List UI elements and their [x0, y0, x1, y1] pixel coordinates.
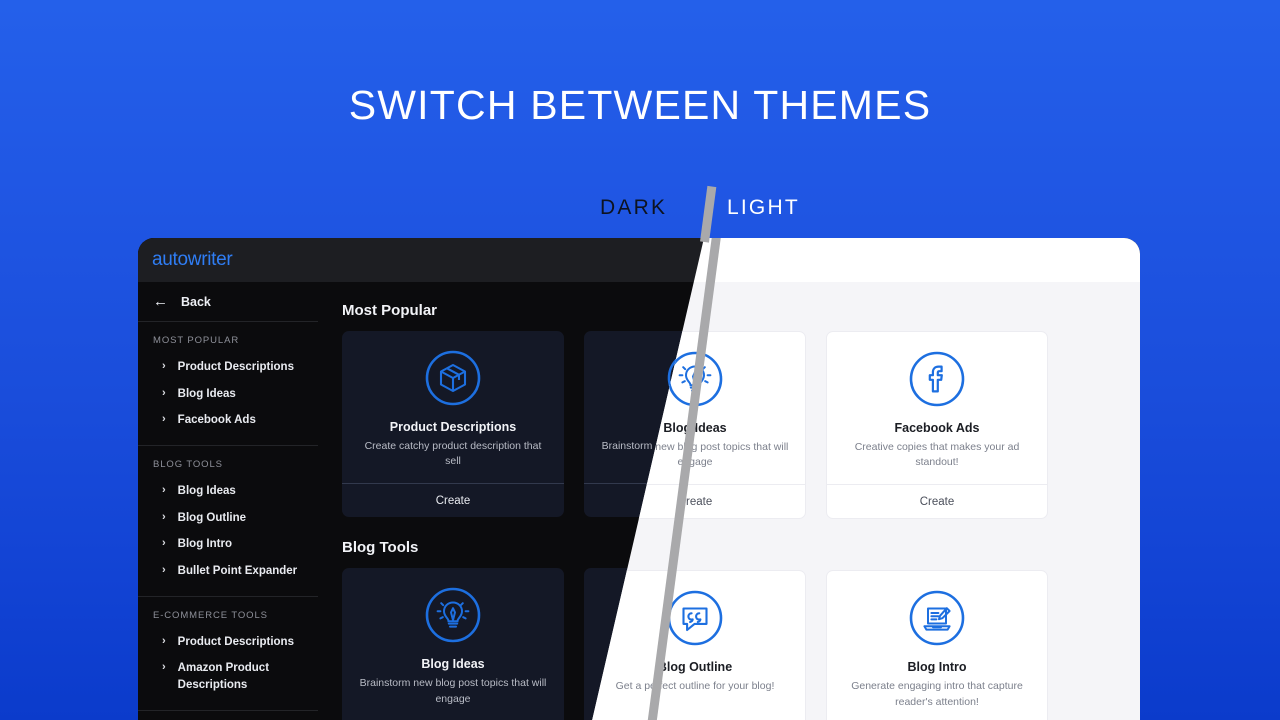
card-body: Facebook Ads Creative copies that makes y…: [827, 332, 1047, 484]
theme-label-light: LIGHT: [727, 196, 800, 219]
card-description: Create catchy product description that s…: [364, 440, 542, 468]
sidebar-item-label: Blog Outline: [177, 511, 247, 524]
sidebar: autowriter ← Back MOST POPULAR › Product D…: [138, 238, 318, 720]
back-label: Back: [181, 294, 211, 309]
sidebar-group-title: BLOG TOOLS: [153, 459, 223, 471]
sidebar-item-label: Product Descriptions: [177, 361, 294, 373]
sidebar-group: MOST POPULAR › Product Descriptions › Blog I…: [138, 322, 318, 447]
sidebar-group-title: E-COMMERCE TOOLS: [153, 609, 268, 621]
create-button[interactable]: Create: [827, 484, 1047, 518]
sidebar-item-product-descriptions[interactable]: › Product Descriptions: [138, 354, 318, 381]
card-description: Creative copies that makes your ad stand…: [854, 441, 1020, 469]
card-body: Blog Intro Generate engaging intro that c…: [827, 571, 1047, 720]
sidebar-nav: MOST POPULAR › Product Descriptions › Blog I…: [138, 322, 318, 720]
tool-card[interactable]: Blog Intro Generate engaging intro that c…: [826, 570, 1048, 720]
facebook-f-icon: [908, 350, 966, 408]
sidebar-group-title: MOST POPULAR: [153, 335, 240, 346]
card-body: Blog Ideas Brainstorm new blog post topic…: [342, 568, 564, 720]
sidebar-group: BLOG TOOLS › Blog Ideas › Blog Outline › Blog …: [138, 446, 318, 597]
sidebar-item-blog-intro[interactable]: › Blog Intro: [138, 531, 318, 558]
app-logo[interactable]: autowriter: [152, 249, 233, 271]
sidebar-item-label: Facebook Ads: [177, 414, 256, 427]
lightbulb-pencil-icon: [424, 586, 482, 644]
chevron-right-icon: ›: [162, 537, 166, 550]
back-button[interactable]: ← Back: [138, 282, 318, 322]
card-title: Blog Outline: [657, 660, 733, 675]
card-body: Product Descriptions Create catchy produc…: [342, 331, 564, 483]
chevron-right-icon: ›: [162, 564, 166, 577]
card-description: Generate engaging intro that capture rea…: [851, 680, 1023, 708]
sidebar-item-label: Blog Intro: [177, 538, 232, 551]
sidebar-item-blog-ideas[interactable]: › Blog Ideas: [138, 478, 318, 505]
sidebar-item-label: Bullet Point Expander: [177, 565, 298, 578]
sidebar-item-blog-ideas[interactable]: › Blog Ideas: [138, 381, 318, 408]
chevron-right-icon: ›: [162, 360, 166, 372]
laptop-pencil-icon: [908, 589, 966, 647]
sidebar-group: E-COMMERCE TOOLS › Product Descriptions › Am…: [138, 597, 318, 711]
app-window: autowriter ← Back MOST POPULAR › Product D…: [138, 238, 1140, 720]
card-title: Product Descriptions: [389, 420, 517, 434]
sidebar-item-amazon-product-descriptions[interactable]: › Amazon Product Descriptions: [138, 655, 318, 698]
arrow-left-icon: ←: [153, 293, 168, 310]
create-button[interactable]: Create: [342, 483, 564, 517]
page-title: SWITCH BETWEEN THEMES: [348, 82, 932, 128]
theme-label-dark: DARK: [600, 196, 668, 219]
tool-card[interactable]: Product Descriptions Create catchy produc…: [342, 331, 564, 518]
sidebar-item-bullet-point-expander[interactable]: › Bullet Point Expander: [138, 558, 318, 585]
sidebar-item-label: Blog Ideas: [177, 387, 236, 400]
card-description: Brainstorm new blog post topics that wil…: [359, 677, 547, 705]
tool-card[interactable]: Facebook Ads Creative copies that makes y…: [826, 331, 1048, 520]
package-box-icon: [424, 349, 482, 407]
chevron-right-icon: ›: [162, 413, 166, 426]
theme-labels: DARK LIGHT: [0, 196, 1280, 230]
sidebar-item-label: Amazon Product Descriptions: [177, 662, 270, 692]
sidebar-item-facebook-ads[interactable]: › Facebook Ads: [138, 407, 318, 434]
card-title: Facebook Ads: [894, 421, 980, 435]
card-title: Blog Ideas: [421, 657, 485, 672]
card-description: Get a perfect outline for your blog!: [615, 680, 775, 693]
quote-bubble-icon: [666, 589, 724, 647]
sidebar-item-blog-outline[interactable]: › Blog Outline: [138, 505, 318, 532]
chevron-right-icon: ›: [162, 484, 166, 497]
sidebar-item-label: Product Descriptions: [177, 635, 294, 648]
sidebar-item-product-descriptions[interactable]: › Product Descriptions: [138, 629, 318, 656]
logo-bar: autowriter: [138, 238, 318, 282]
chevron-right-icon: ›: [162, 386, 166, 399]
chevron-right-icon: ›: [162, 510, 166, 523]
card-title: Blog Intro: [907, 660, 967, 675]
sidebar-item-label: Blog Ideas: [177, 485, 236, 498]
tool-card[interactable]: Blog Ideas Brainstorm new blog post topic…: [342, 568, 564, 720]
chevron-right-icon: ›: [162, 634, 166, 647]
sidebar-group: WEBSITE COPY›Website Headlines: [138, 711, 318, 720]
chevron-right-icon: ›: [162, 661, 166, 674]
